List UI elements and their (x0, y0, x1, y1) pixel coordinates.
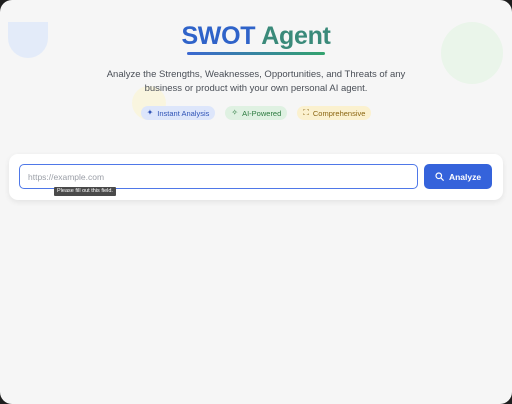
badge-comprehensive: ⛶ Comprehensive (297, 106, 372, 120)
feature-badges: ✦ Instant Analysis ✧ AI-Powered ⛶ Compre… (0, 106, 512, 120)
badge-ai-powered: ✧ AI-Powered (225, 106, 288, 120)
sparkles-icon: ✧ (231, 108, 239, 117)
badge-instant-analysis: ✦ Instant Analysis (140, 106, 216, 120)
badge-label: AI-Powered (242, 108, 282, 118)
validation-tooltip: Please fill out this field. (54, 187, 116, 196)
title-underline (187, 52, 325, 55)
sparkle-icon: ✦ (146, 108, 154, 117)
title-word-swot: SWOT (181, 22, 256, 50)
page-subtitle: Analyze the Strengths, Weaknesses, Oppor… (106, 69, 406, 94)
url-input[interactable] (19, 164, 418, 189)
app-window: SWOT Agent Analyze the Strengths, Weaknes… (0, 0, 512, 404)
search-icon (435, 172, 444, 181)
page-title: SWOT Agent (0, 22, 512, 51)
badge-label: Comprehensive (312, 108, 366, 118)
title-word-agent: Agent (261, 22, 331, 50)
expand-icon: ⛶ (303, 108, 309, 117)
analyze-label: Analyze (448, 171, 482, 182)
analyze-button[interactable]: Analyze (424, 164, 492, 189)
badge-label: Instant Analysis (157, 108, 210, 118)
